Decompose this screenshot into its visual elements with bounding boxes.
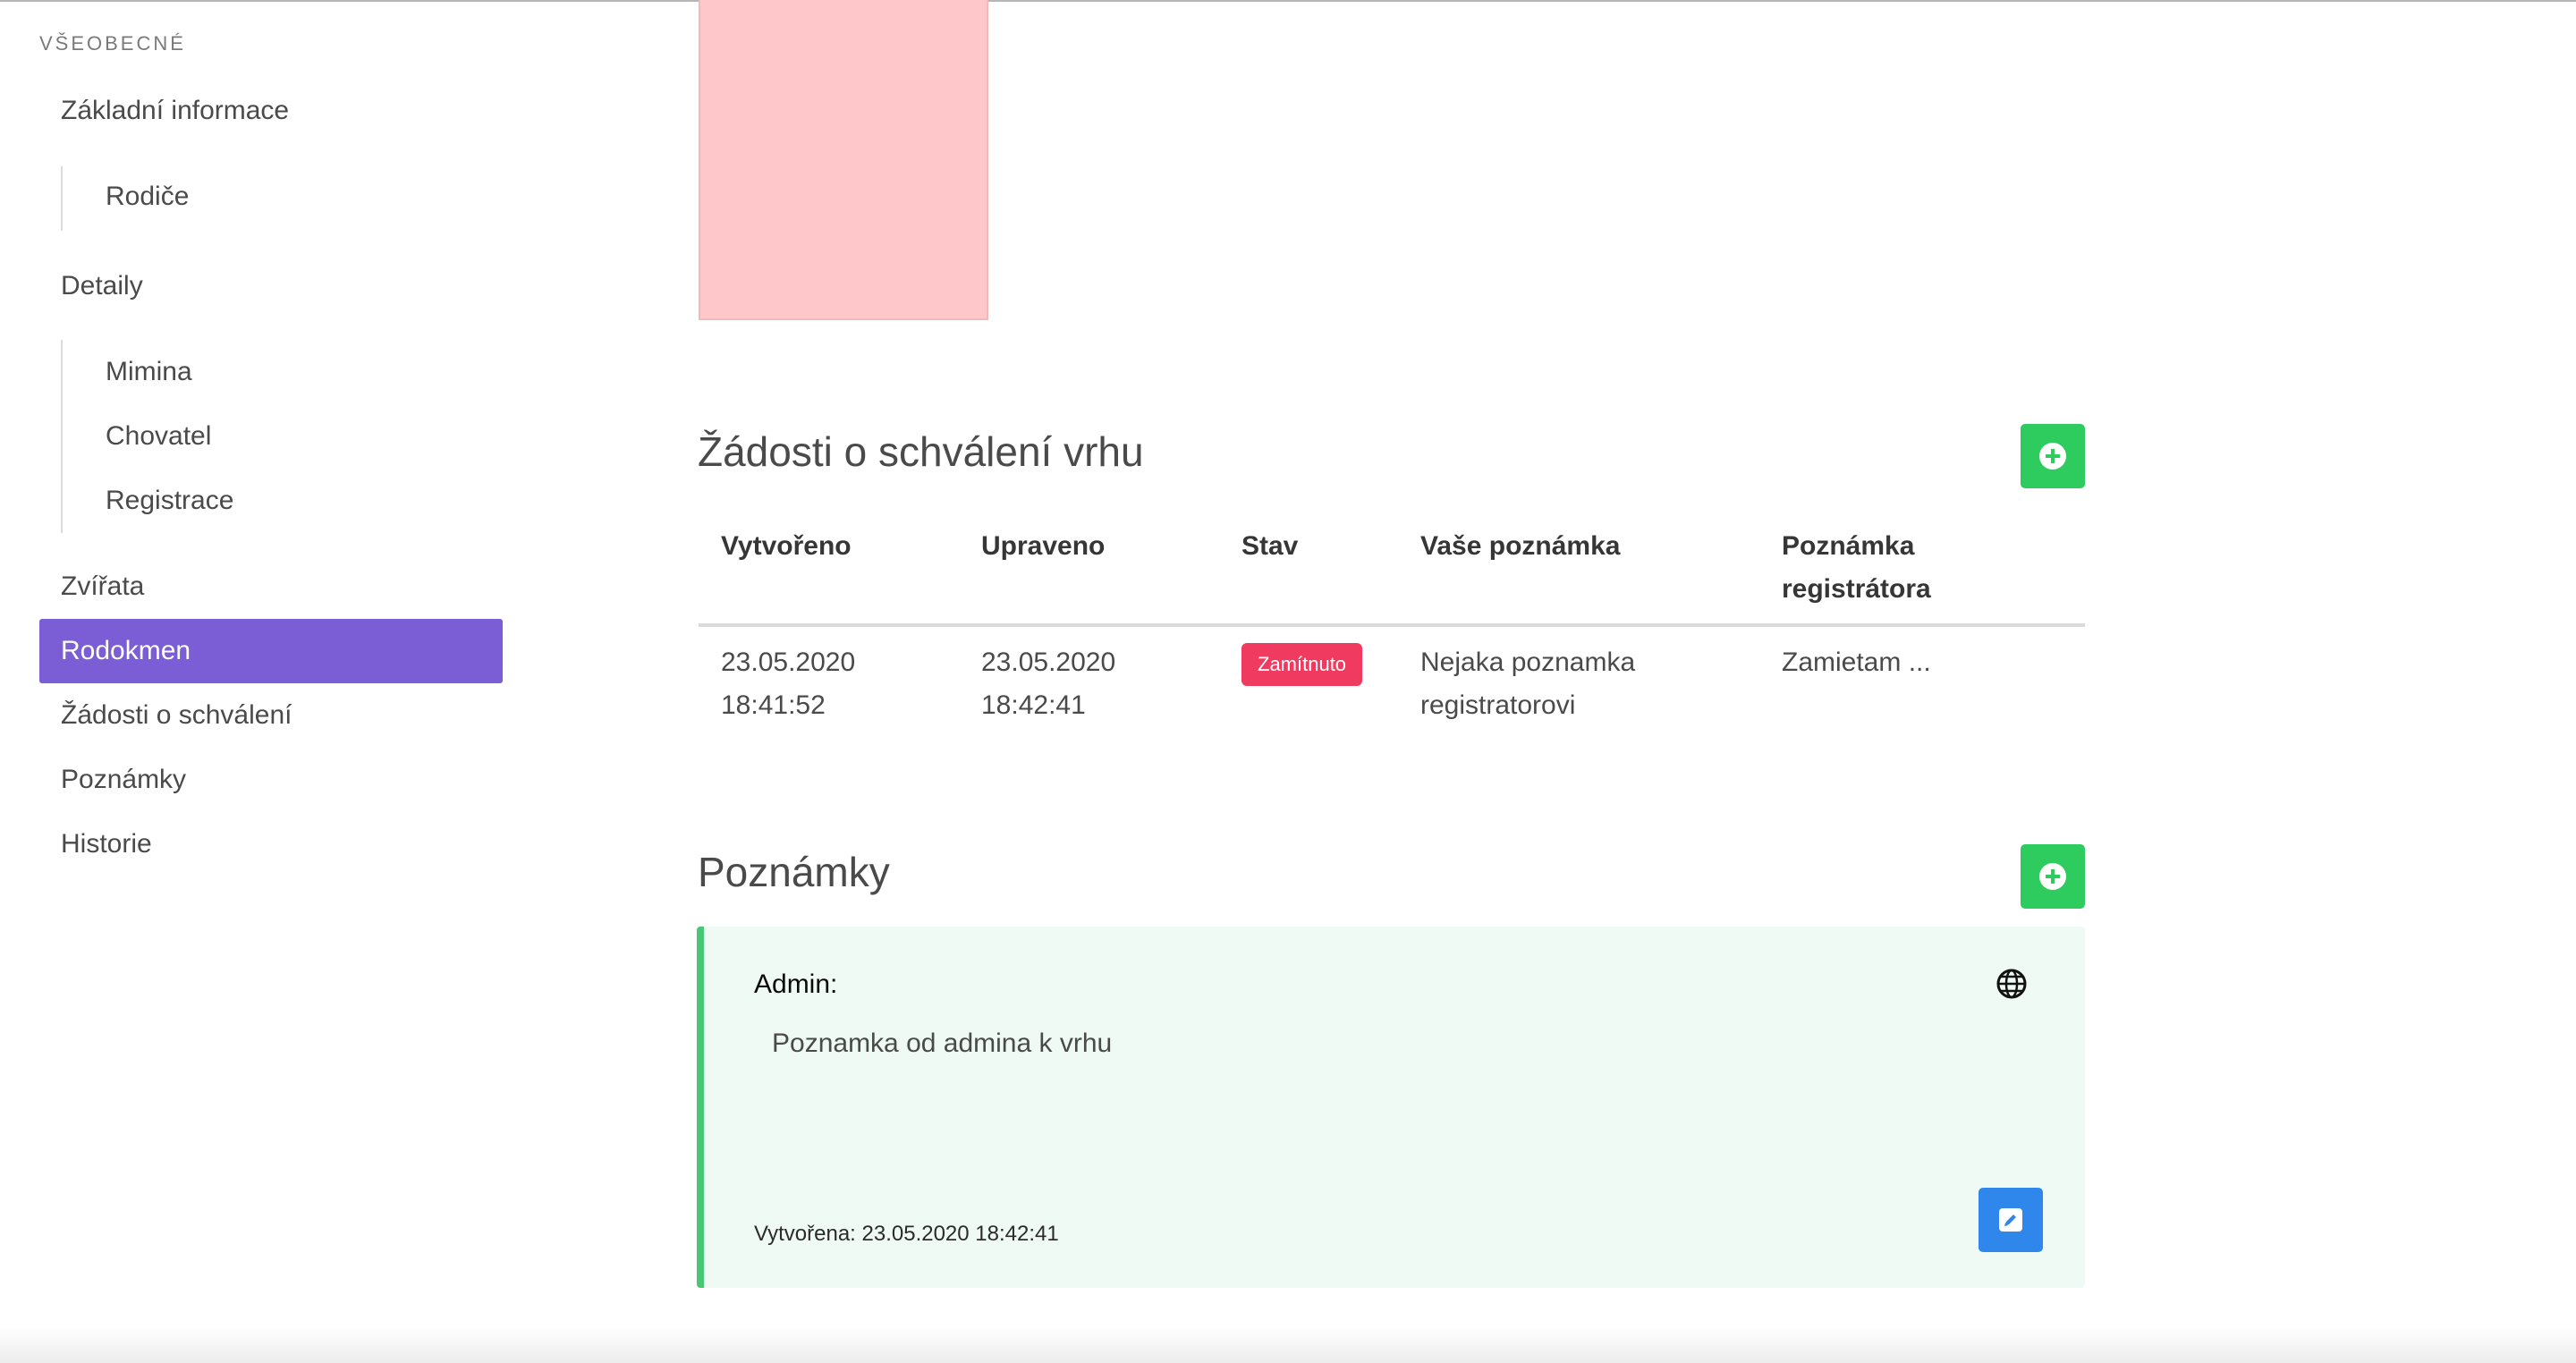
cell-updated: 23.05.2020 18:42:41 [981,641,1115,727]
cell-created-date: 23.05.2020 [721,648,856,677]
plus-circle-icon [2039,443,2066,470]
sidebar-item-zvirata[interactable]: Zvířata [61,571,144,602]
column-header-registrar-note: Poznámka registrátora [1782,525,1931,611]
sidebar-item-zadosti[interactable]: Žádosti o schválení [61,700,292,731]
sidebar-item-historie[interactable]: Historie [61,829,152,859]
cell-updated-date: 23.05.2020 [981,648,1116,677]
column-header-your-note: Vaše poznámka [1420,531,1621,561]
litter-photo-placeholder [699,0,988,320]
cell-registrar-note: Zamietam ... [1782,648,1931,677]
sidebar-item-mimina[interactable]: Mimina [106,357,192,387]
column-header-updated: Upraveno [981,531,1106,561]
sidebar-item-poznamky[interactable]: Poznámky [61,765,186,795]
submenu-details: Mimina Chovatel Registrace [61,340,233,533]
sidebar-item-detaily[interactable]: Detaily [61,271,143,301]
top-border [0,0,2576,2]
sidebar-item-rodice[interactable]: Rodiče [106,182,189,212]
sidebar-section-label: VŠEOBECNÉ [39,32,186,55]
notes-section-title: Poznámky [698,849,890,895]
sidebar-item-chovatel[interactable]: Chovatel [106,421,211,452]
plus-circle-icon [2039,863,2066,890]
cell-your-note: Nejaka poznamka registratorovi [1420,641,1635,727]
add-note-button[interactable] [2021,844,2085,909]
cell-created-time: 18:41:52 [721,690,826,720]
requests-section-title: Žádosti o schválení vrhu [698,428,1144,475]
submenu-basic-info: Rodiče [61,166,189,231]
edit-icon [1999,1208,2022,1232]
sidebar-item-registrace[interactable]: Registrace [106,486,233,516]
table-header-divider [699,623,2085,627]
status-badge: Zamítnuto [1241,643,1363,686]
note-created-date: Vytvořena: 23.05.2020 18:42:41 [754,1222,1059,1246]
globe-icon[interactable] [1996,968,2028,1000]
column-header-status: Stav [1241,531,1299,561]
column-header-created: Vytvořeno [721,531,852,561]
cell-your-note-line1: Nejaka poznamka [1420,648,1636,677]
sidebar-item-rodokmen[interactable]: Rodokmen [39,619,503,683]
note-card: Admin: Poznamka od admina k vrhu Vytvoře… [697,927,2085,1288]
cell-your-note-line2: registratorovi [1420,690,1576,720]
sidebar-item-zakladni-informace[interactable]: Základní informace [61,96,289,126]
bottom-scroll-shadow [0,1327,2576,1363]
edit-note-button[interactable] [1979,1188,2043,1252]
note-author: Admin: [754,969,838,999]
column-header-registrar-note-line2: registrátora [1782,574,1931,604]
cell-updated-time: 18:42:41 [981,690,1086,720]
note-text: Poznamka od admina k vrhu [772,1029,1113,1058]
column-header-registrar-note-line1: Poznámka [1782,531,1915,561]
add-request-button[interactable] [2021,424,2085,488]
cell-created: 23.05.2020 18:41:52 [721,641,855,727]
